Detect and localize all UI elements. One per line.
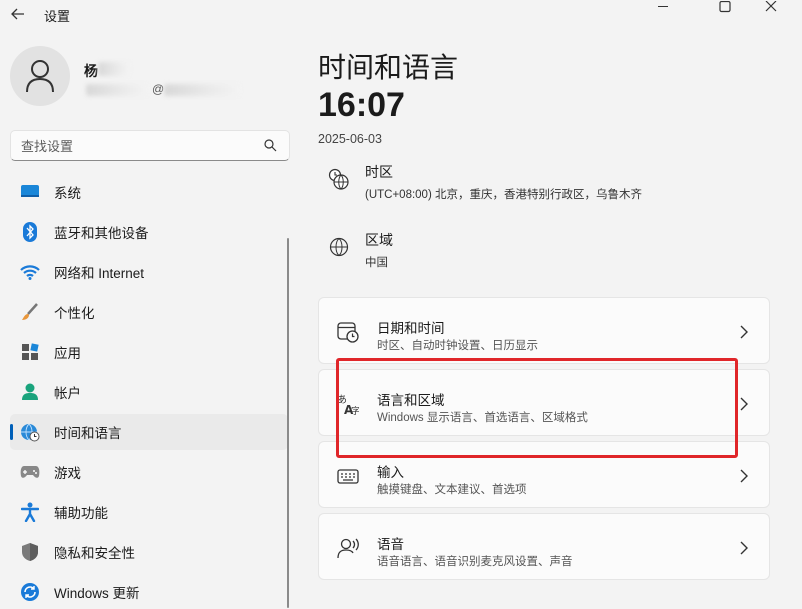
- timezone-info: 时区 (UTC+08:00) 北京，重庆，香港特别行政区，乌鲁木齐: [328, 162, 642, 202]
- minimize-button[interactable]: [640, 0, 686, 14]
- account-email: @: [152, 82, 165, 96]
- date-time-card[interactable]: 日期和时间 时区、自动时钟设置、日历显示: [318, 297, 770, 364]
- card-title: 日期和时间: [377, 321, 445, 336]
- blurred-name-redaction: [98, 62, 130, 76]
- back-button[interactable]: [6, 2, 30, 26]
- keyboard-icon: [337, 469, 359, 484]
- speech-icon: [337, 538, 359, 559]
- globe-clock-icon: [20, 422, 40, 442]
- page-title: 时间和语言: [318, 52, 459, 83]
- wifi-icon: [20, 262, 40, 282]
- card-subtitle: Windows 显示语言、首选语言、区域格式: [377, 412, 588, 424]
- svg-text:字: 字: [351, 405, 359, 415]
- minimize-icon: [658, 6, 668, 7]
- back-arrow-icon: [11, 8, 24, 20]
- sidebar-scrollbar[interactable]: [287, 238, 289, 608]
- bluetooth-icon: [20, 222, 40, 242]
- sidebar-item-bluetooth[interactable]: 蓝牙和其他设备: [10, 214, 288, 250]
- calendar-clock-icon: [337, 322, 359, 343]
- sidebar-item-network[interactable]: 网络和 Internet: [10, 254, 288, 290]
- sidebar-item-label: 辅助功能: [54, 506, 108, 521]
- blurred-email-redaction-2: [164, 84, 240, 96]
- close-icon: [765, 1, 777, 12]
- close-button[interactable]: [748, 0, 794, 14]
- sidebar-item-apps[interactable]: 应用: [10, 334, 288, 370]
- apps-icon: [20, 342, 40, 362]
- card-title: 语言和区域: [377, 393, 445, 408]
- sidebar-item-label: 时间和语言: [54, 426, 122, 441]
- accessibility-icon: [20, 502, 40, 522]
- typing-card[interactable]: 输入 触摸键盘、文本建议、首选项: [318, 441, 770, 508]
- region-info: 区域 中国: [328, 230, 393, 270]
- card-subtitle: 语音语言、语音识别麦克风设置、声音: [377, 556, 573, 568]
- sidebar-item-accounts[interactable]: 帐户: [10, 374, 288, 410]
- card-title: 语音: [377, 537, 404, 552]
- timezone-value: (UTC+08:00) 北京，重庆，香港特别行政区，乌鲁木齐: [365, 189, 642, 201]
- sidebar-item-personalization[interactable]: 个性化: [10, 294, 288, 330]
- sidebar-item-windows-update[interactable]: Windows 更新: [10, 574, 288, 609]
- search-icon[interactable]: [264, 139, 277, 152]
- maximize-icon: [719, 1, 731, 13]
- sidebar-item-label: 隐私和安全性: [54, 546, 135, 561]
- language-icon: あ A 字: [337, 394, 359, 415]
- region-value: 中国: [365, 257, 388, 269]
- app-title: 设置: [44, 9, 71, 24]
- sidebar-item-gaming[interactable]: 游戏: [10, 454, 288, 490]
- search-box[interactable]: [10, 130, 290, 161]
- brush-icon: [20, 302, 40, 322]
- sidebar-item-accessibility[interactable]: 辅助功能: [10, 494, 288, 530]
- person-icon: [26, 60, 54, 93]
- card-title: 输入: [377, 465, 404, 480]
- region-globe-icon: [329, 237, 349, 257]
- gamepad-icon: [20, 462, 40, 482]
- sidebar-item-label: 帐户: [54, 386, 81, 401]
- shield-icon: [20, 542, 40, 562]
- current-time: 16:07: [318, 86, 405, 124]
- card-subtitle: 触摸键盘、文本建议、首选项: [377, 484, 527, 496]
- avatar[interactable]: [10, 46, 70, 106]
- blurred-email-redaction: [86, 84, 148, 96]
- sidebar-item-time-language[interactable]: 时间和语言: [10, 414, 288, 450]
- sidebar-nav: 系统 蓝牙和其他设备 网络和 Internet 个性化 应用 帐户 时间和语言 …: [10, 174, 288, 609]
- account-name: 杨: [84, 63, 98, 79]
- update-icon: [20, 582, 40, 602]
- region-title: 区域: [365, 232, 393, 248]
- sidebar-item-label: 网络和 Internet: [54, 266, 145, 281]
- timezone-title: 时区: [365, 164, 393, 180]
- chevron-right-icon: [740, 397, 748, 411]
- language-region-card[interactable]: あ A 字 语言和区域 Windows 显示语言、首选语言、区域格式: [318, 369, 770, 436]
- monitor-icon: [20, 182, 40, 202]
- speech-card[interactable]: 语音 语音语言、语音识别麦克风设置、声音: [318, 513, 770, 580]
- sidebar-item-label: 个性化: [54, 306, 95, 321]
- search-input[interactable]: [21, 137, 261, 155]
- maximize-button[interactable]: [702, 0, 748, 14]
- chevron-right-icon: [740, 541, 748, 555]
- timezone-globe-icon: [328, 168, 349, 190]
- sidebar-item-label: 应用: [54, 346, 81, 361]
- sidebar-item-label: 游戏: [54, 466, 81, 481]
- chevron-right-icon: [740, 325, 748, 339]
- account-person-icon: [20, 382, 40, 402]
- sidebar-item-system[interactable]: 系统: [10, 174, 288, 210]
- sidebar-item-label: Windows 更新: [54, 586, 140, 601]
- sidebar-item-label: 蓝牙和其他设备: [54, 226, 149, 241]
- sidebar-item-label: 系统: [54, 186, 81, 201]
- title-bar: 设置: [0, 0, 802, 30]
- current-date: 2025-06-03: [318, 132, 382, 146]
- sidebar-item-privacy[interactable]: 隐私和安全性: [10, 534, 288, 570]
- card-subtitle: 时区、自动时钟设置、日历显示: [377, 340, 538, 352]
- chevron-right-icon: [740, 469, 748, 483]
